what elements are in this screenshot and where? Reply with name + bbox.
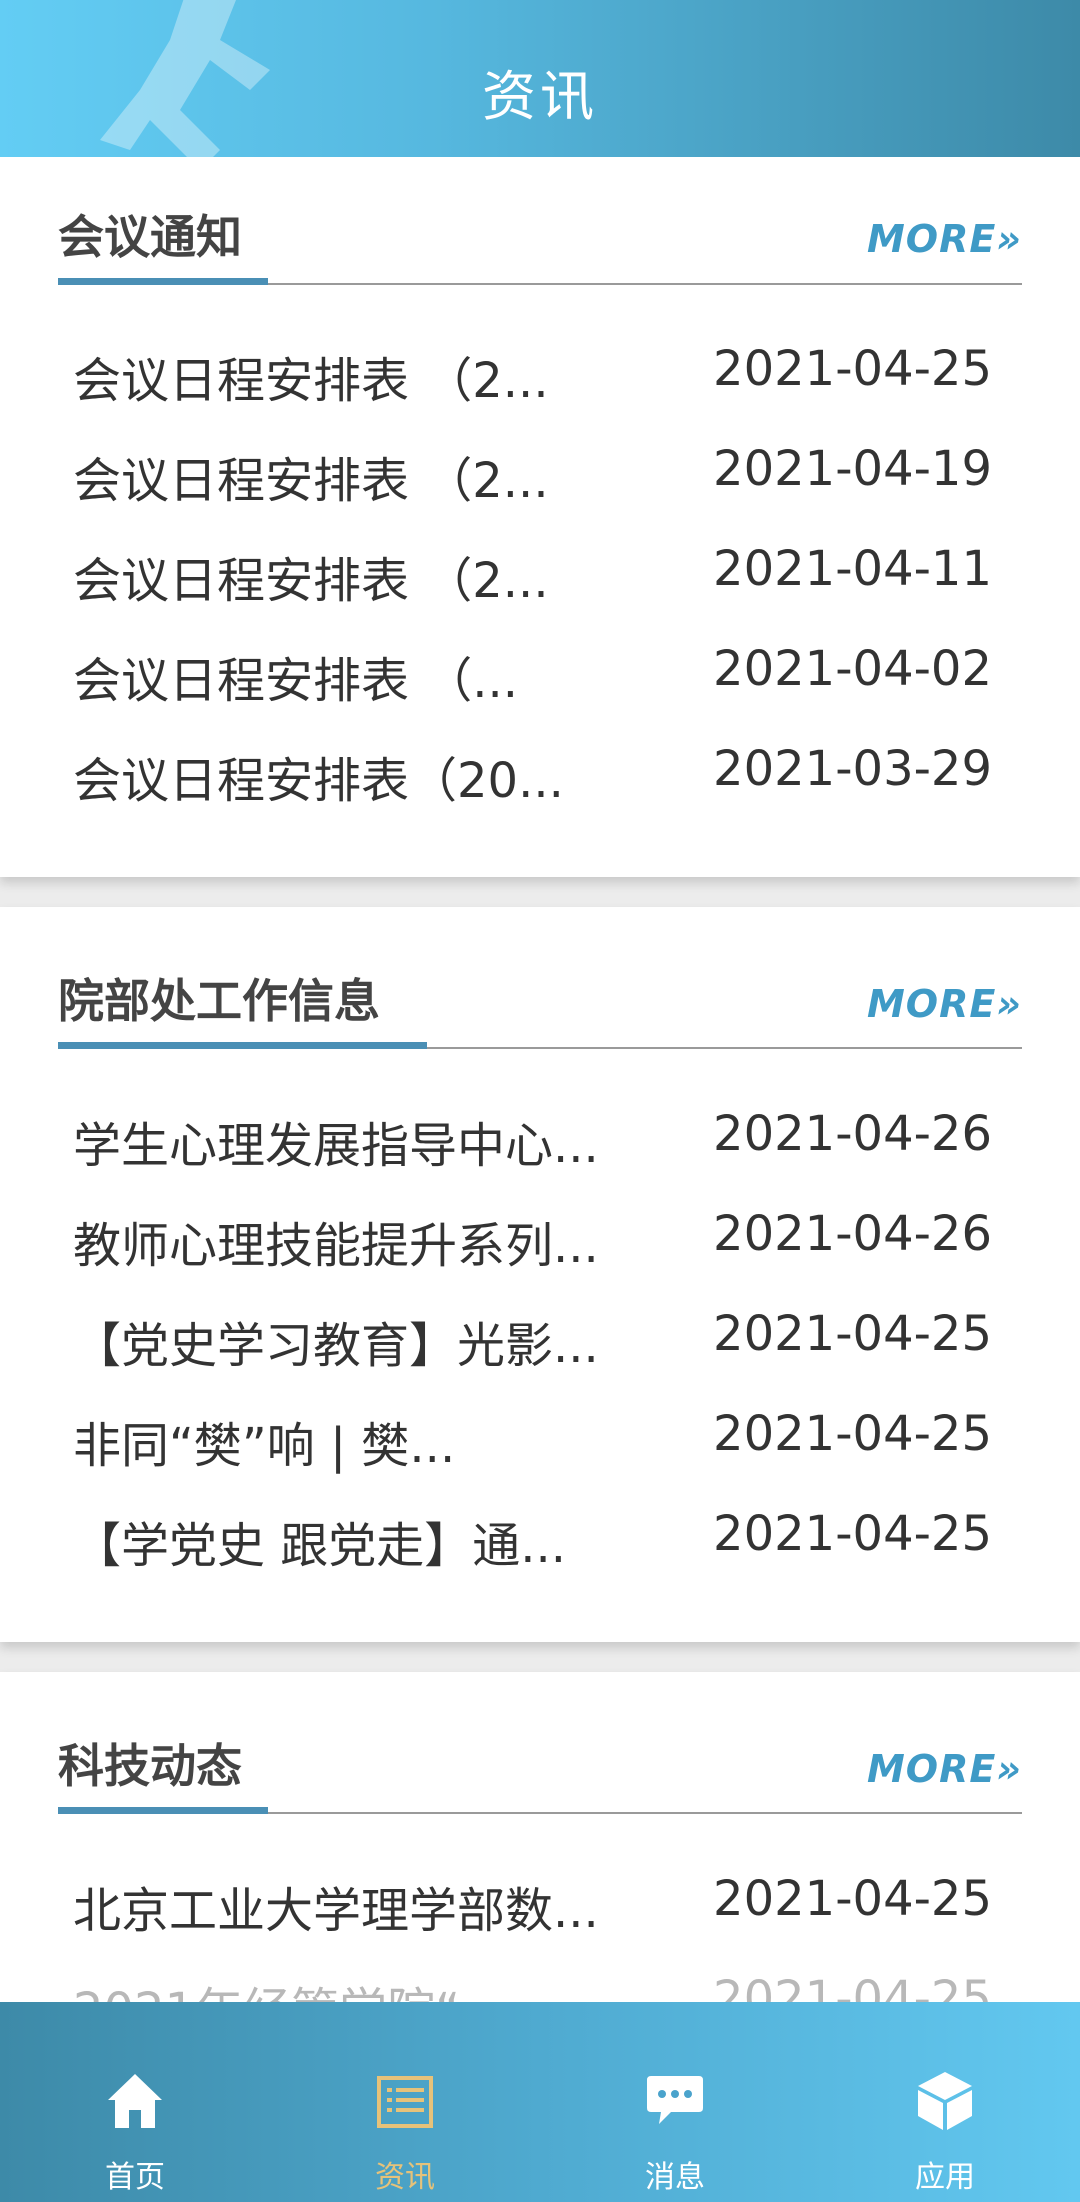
item-title: 【党史学习教育】光影... — [73, 1318, 599, 1374]
section-accent-bar — [58, 278, 268, 285]
tab-label: 应用 — [915, 2160, 975, 2195]
home-icon — [108, 2074, 162, 2128]
item-date: 2021-03-29 — [713, 741, 992, 797]
list-item[interactable]: 会议日程安排表 （... 2021-04-02 — [0, 627, 1080, 717]
item-date: 2021-04-11 — [713, 541, 992, 597]
list-item[interactable]: 会议日程安排表 （2... 2021-04-25 — [0, 327, 1080, 417]
item-date: 2021-04-25 — [713, 1306, 992, 1362]
list-item[interactable]: 会议日程安排表 （2... 2021-04-19 — [0, 427, 1080, 517]
item-title: 会议日程安排表 （2... — [73, 553, 549, 609]
tab-label: 首页 — [105, 2160, 165, 2195]
bottom-tab-bar: 首页 资讯 消息 应用 — [0, 2002, 1080, 2202]
tab-apps[interactable]: 应用 — [810, 2002, 1080, 2202]
item-date: 2021-04-25 — [713, 1871, 992, 1927]
news-list-icon — [377, 2076, 433, 2128]
cube-icon — [918, 2072, 972, 2130]
section-meeting-notices: 会议通知 MORE» 会议日程安排表 （2... 2021-04-25 会议日程… — [0, 157, 1080, 877]
chat-bubble-icon — [647, 2076, 703, 2124]
item-title: 非同“樊”响 | 樊... — [73, 1418, 456, 1474]
app-header: 资讯 — [0, 0, 1080, 157]
list-item[interactable]: 非同“樊”响 | 樊... 2021-04-25 — [0, 1392, 1080, 1482]
list-item[interactable]: 教师心理技能提升系列... 2021-04-26 — [0, 1192, 1080, 1282]
section-title: 院部处工作信息 — [58, 974, 380, 1028]
item-date: 2021-04-19 — [713, 441, 992, 497]
more-button[interactable]: MORE» — [867, 217, 1022, 261]
list-item[interactable]: 【学党史 跟党走】通... 2021-04-25 — [0, 1492, 1080, 1582]
item-date: 2021-04-25 — [713, 341, 992, 397]
section-accent-bar — [58, 1042, 427, 1049]
section-title: 会议通知 — [58, 210, 242, 264]
list-item[interactable]: 学生心理发展指导中心... 2021-04-26 — [0, 1092, 1080, 1182]
tab-news[interactable]: 资讯 — [270, 2002, 540, 2202]
item-title: 会议日程安排表 （... — [73, 653, 519, 709]
item-title: 学生心理发展指导中心... — [73, 1118, 599, 1174]
item-date: 2021-04-26 — [713, 1206, 992, 1262]
item-title: 【学党史 跟党走】通... — [73, 1518, 567, 1574]
item-date: 2021-04-26 — [713, 1106, 992, 1162]
item-date: 2021-04-25 — [713, 1406, 992, 1462]
item-title: 会议日程安排表 （2... — [73, 453, 549, 509]
list-item[interactable]: 会议日程安排表 （2... 2021-04-11 — [0, 527, 1080, 617]
list-item[interactable]: 会议日程安排表（20... 2021-03-29 — [0, 727, 1080, 817]
tab-messages[interactable]: 消息 — [540, 2002, 810, 2202]
more-button[interactable]: MORE» — [867, 982, 1022, 1026]
tab-label: 资讯 — [375, 2160, 435, 2195]
list-item[interactable]: 【党史学习教育】光影... 2021-04-25 — [0, 1292, 1080, 1382]
section-accent-bar — [58, 1807, 268, 1814]
item-title: 会议日程安排表 （2... — [73, 353, 549, 409]
item-title: 2021年经管学院“... — [73, 1971, 506, 2002]
tab-label: 消息 — [645, 2160, 705, 2195]
section-title: 科技动态 — [58, 1739, 242, 1793]
list-item[interactable]: 2021年经管学院“... 2021-04-25 — [0, 1957, 1080, 2002]
section-department-info: 院部处工作信息 MORE» 学生心理发展指导中心... 2021-04-26 教… — [0, 907, 1080, 1642]
item-date: 2021-04-25 — [713, 1506, 992, 1562]
item-date: 2021-04-25 — [713, 1971, 992, 2002]
item-title: 教师心理技能提升系列... — [73, 1218, 599, 1274]
item-date: 2021-04-02 — [713, 641, 992, 697]
more-button[interactable]: MORE» — [867, 1747, 1022, 1791]
news-scroll-area[interactable]: 会议通知 MORE» 会议日程安排表 （2... 2021-04-25 会议日程… — [0, 157, 1080, 2002]
tab-home[interactable]: 首页 — [0, 2002, 270, 2202]
item-title: 会议日程安排表（20... — [73, 753, 564, 809]
page-title: 资讯 — [482, 65, 598, 128]
section-tech-news: 科技动态 MORE» 北京工业大学理学部数... 2021-04-25 2021… — [0, 1672, 1080, 2002]
list-item[interactable]: 北京工业大学理学部数... 2021-04-25 — [0, 1857, 1080, 1947]
item-title: 北京工业大学理学部数... — [73, 1883, 599, 1939]
